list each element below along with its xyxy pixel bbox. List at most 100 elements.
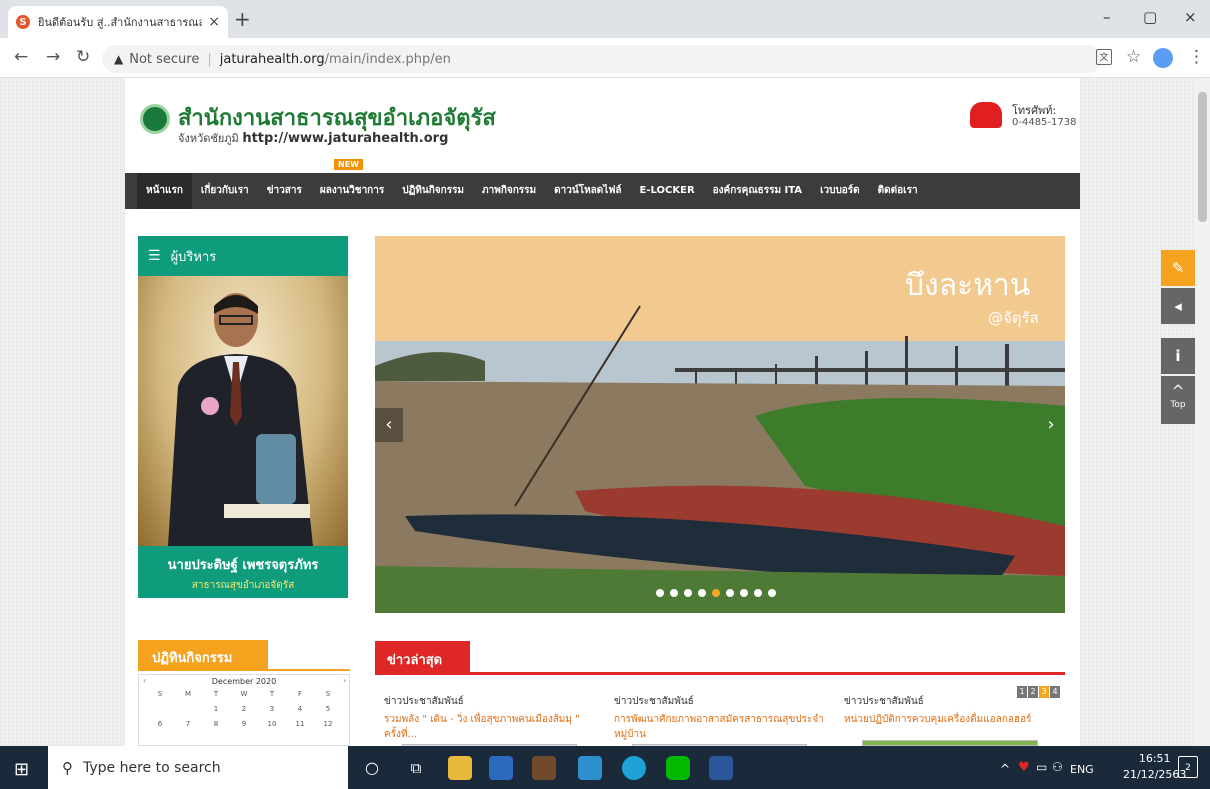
nav-item-contact[interactable]: ติดต่อเรา	[869, 173, 927, 209]
megaphone-icon[interactable]: ◂	[1161, 288, 1195, 324]
address-bar[interactable]: ▲ Not secure | jaturahealth.org/main/ind…	[102, 45, 1102, 73]
new-tab-button[interactable]: +	[234, 9, 251, 29]
windows-start-icon[interactable]: ⊞	[14, 759, 29, 780]
calendar-day[interactable]: 8	[202, 720, 230, 728]
weekday: M	[184, 690, 192, 698]
slider-dot[interactable]	[726, 589, 734, 597]
telephone-icon	[970, 102, 1002, 128]
calendar-day	[174, 705, 202, 713]
word-icon[interactable]	[709, 756, 733, 780]
back-to-top-button[interactable]: ^ Top	[1161, 376, 1195, 424]
calendar-day[interactable]: 5	[314, 705, 342, 713]
browser-tab[interactable]: S ยินดีต้อนรับ สู่..สำนักงานสาธารณสุขอำ …	[8, 6, 228, 38]
translate-icon[interactable]: 文	[1096, 49, 1112, 65]
news-title[interactable]: รวมพลัง " เดิน - วิ่ง เพื่อสุขภาพคนเมือง…	[384, 712, 599, 742]
line-app-icon[interactable]	[666, 756, 690, 780]
executive-position: สาธารณสุขอำเภอจัตุรัส	[191, 580, 295, 591]
store-icon[interactable]	[489, 756, 513, 780]
file-explorer-icon[interactable]	[448, 756, 472, 780]
slider-dot[interactable]	[768, 589, 776, 597]
calendar-month: December 2020	[211, 677, 277, 686]
slider-dot[interactable]	[698, 589, 706, 597]
restore-button[interactable]: ▢	[1143, 8, 1157, 26]
slider-next-button[interactable]: ›	[1037, 408, 1065, 442]
info-icon[interactable]: i	[1161, 338, 1195, 374]
minimize-button[interactable]: –	[1103, 8, 1111, 26]
browser-menu-icon[interactable]: ⋮	[1188, 47, 1205, 67]
slider-dot[interactable]	[684, 589, 692, 597]
photos-icon[interactable]	[578, 756, 602, 780]
activities-divider	[138, 669, 350, 671]
news-title[interactable]: หน่วยปฏิบัติการควบคุมเครื่องดื่มแอลกอฮอร…	[844, 712, 1059, 727]
nav-item-download[interactable]: ดาวน์โหลดไฟล์	[545, 173, 630, 209]
calendar-day[interactable]: 2	[230, 705, 258, 713]
news-heading: ข่าวล่าสุด	[375, 641, 470, 673]
forward-icon[interactable]: →	[46, 47, 60, 67]
news-title[interactable]: การพัฒนาศักยภาพอาสาสมัครสาธารณสุขประจำหม…	[614, 712, 829, 742]
wrench-icon[interactable]: ✎	[1161, 250, 1195, 286]
reload-icon[interactable]: ↻	[76, 47, 90, 67]
nav-item-gallery[interactable]: ภาพกิจกรรม	[473, 173, 545, 209]
news-category: ข่าวประชาสัมพันธ์	[614, 696, 694, 707]
calendar-day[interactable]: 3	[258, 705, 286, 713]
slider-dots	[656, 589, 776, 597]
scrollbar-thumb[interactable]	[1198, 92, 1207, 222]
bookmark-star-icon[interactable]: ☆	[1126, 47, 1141, 67]
notification-center-icon[interactable]: 2	[1178, 756, 1198, 778]
taskbar-search[interactable]: ⚲ Type here to search	[48, 746, 348, 789]
nav-item-academic[interactable]: ผลงานวิชาการ	[311, 173, 393, 209]
chrome-icon[interactable]	[532, 756, 556, 780]
clock-date: 21/12/2563	[1123, 768, 1187, 781]
slider-dot[interactable]	[754, 589, 762, 597]
clock-time: 16:51	[1138, 752, 1171, 765]
input-language[interactable]: ENG	[1070, 763, 1094, 776]
tray-security-icon[interactable]: ♥	[1018, 760, 1030, 775]
nav-item-calendar[interactable]: ปฏิทินกิจกรรม	[393, 173, 473, 209]
taskbar-clock[interactable]: 16:51 21/12/2563	[1123, 751, 1186, 783]
calendar-day[interactable]: 1	[202, 705, 230, 713]
nav-item-elocker[interactable]: E-LOCKER	[631, 173, 704, 209]
task-view-icon[interactable]: ⧉	[404, 756, 428, 780]
news-item[interactable]: ข่าวประชาสัมพันธ์ รวมพลัง " เดิน - วิ่ง …	[384, 694, 599, 742]
close-window-button[interactable]: ×	[1184, 8, 1197, 26]
slide-title: บึงละหาน	[905, 268, 1031, 303]
nav-item-home[interactable]: หน้าแรก	[137, 173, 192, 209]
news-item[interactable]: ข่าวประชาสัมพันธ์ การพัฒนาศักยภาพอาสาสมั…	[614, 694, 829, 742]
url-path: /main/index.php/en	[324, 51, 451, 67]
news-item[interactable]: ข่าวประชาสัมพันธ์ หน่วยปฏิบัติการควบคุมเ…	[844, 694, 1059, 727]
slider-dot[interactable]	[740, 589, 748, 597]
nav-item-news[interactable]: ข่าวสาร	[258, 173, 311, 209]
cortana-icon[interactable]: ○	[360, 756, 384, 780]
tab-title: ยินดีต้อนรับ สู่..สำนักงานสาธารณสุขอำ	[38, 16, 203, 29]
calendar-day[interactable]: 10	[258, 720, 286, 728]
ministry-logo-icon[interactable]	[140, 104, 170, 134]
weekday: F	[297, 690, 303, 698]
warning-icon[interactable]: ▲	[114, 52, 123, 66]
calendar-day[interactable]: 9	[230, 720, 258, 728]
calendar-day[interactable]: 11	[286, 720, 314, 728]
nav-item-about[interactable]: เกี่ยวกับเรา	[192, 173, 258, 209]
slider-prev-button[interactable]: ‹	[375, 408, 403, 442]
nav-item-ita[interactable]: องค์กรคุณธรรม ITA	[704, 173, 811, 209]
not-secure-label[interactable]: Not secure	[129, 52, 199, 67]
url-host: jaturahealth.org	[219, 51, 325, 67]
slider-dot[interactable]	[656, 589, 664, 597]
nav-item-webboard[interactable]: เวบบอร์ด	[811, 173, 869, 209]
main-nav: หน้าแรก เกี่ยวกับเรา ข่าวสาร ผลงานวิชากา…	[125, 173, 1080, 209]
calendar-day	[146, 705, 174, 713]
tab-close-icon[interactable]: ×	[208, 14, 220, 30]
calendar-day[interactable]: 6	[146, 720, 174, 728]
activities-heading: ปฏิทินกิจกรรม	[138, 640, 268, 670]
slider-dot-active[interactable]	[712, 589, 720, 597]
tray-chevron-icon[interactable]: ^	[1000, 762, 1010, 776]
slider-dot[interactable]	[670, 589, 678, 597]
calendar-day[interactable]: 4	[286, 705, 314, 713]
profile-avatar[interactable]	[1153, 48, 1173, 68]
edge-icon[interactable]	[622, 756, 646, 780]
calendar-day[interactable]: 7	[174, 720, 202, 728]
calendar-day[interactable]: 12	[314, 720, 342, 728]
tray-network-icon[interactable]: ▭	[1036, 760, 1047, 774]
back-icon[interactable]: ←	[14, 47, 28, 67]
calendar-grid: S M T W T F S 1 2 3 4 5 6 7 8 9 10 11 12	[146, 690, 342, 728]
tray-people-icon[interactable]: ⚇	[1052, 760, 1063, 774]
